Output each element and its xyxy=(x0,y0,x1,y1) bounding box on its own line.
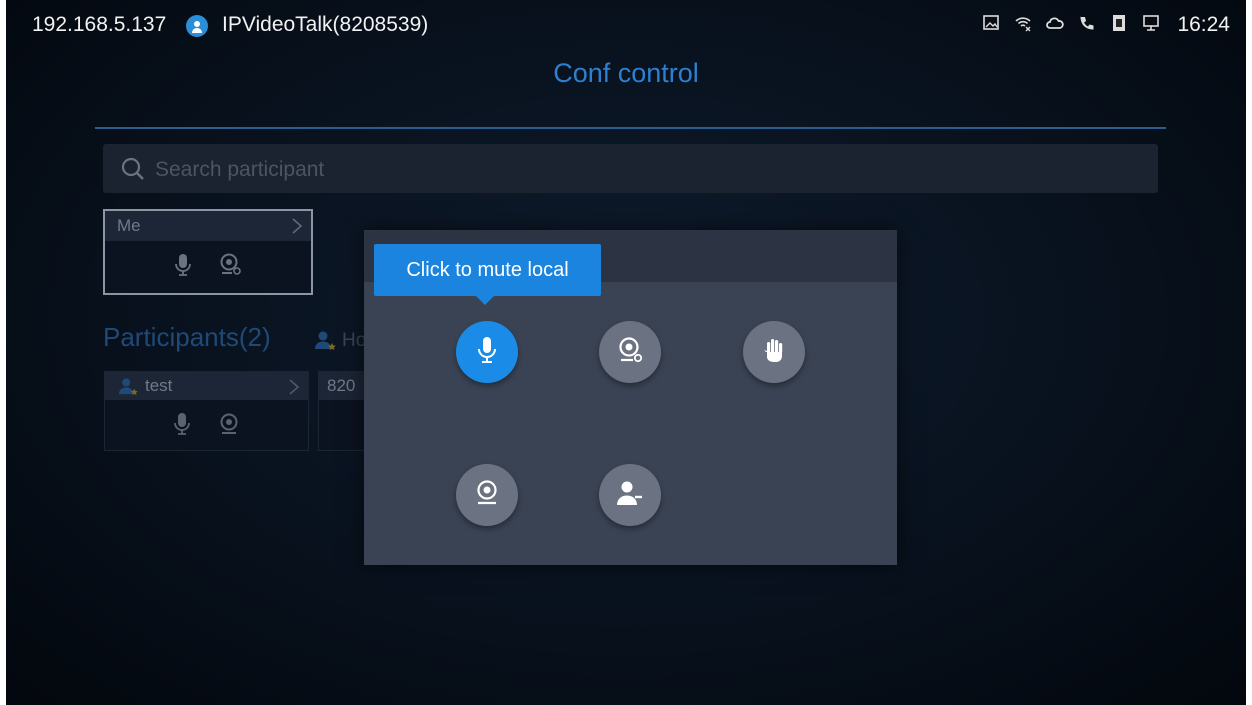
host-label: Ho xyxy=(342,330,367,351)
remove-participant-button[interactable] xyxy=(599,464,661,526)
screen: 192.168.5.137 IPVideoTalk(8208539) 16:24… xyxy=(6,0,1246,705)
screenshot-icon xyxy=(982,14,1000,32)
camera-icon xyxy=(473,479,501,512)
participant-name: test xyxy=(145,376,173,395)
tooltip-text: Click to mute local xyxy=(406,259,569,281)
status-icons xyxy=(982,14,1160,32)
account-name: IPVideoTalk(8208539) xyxy=(222,13,429,36)
search-icon xyxy=(121,157,145,186)
microphone-icon[interactable] xyxy=(174,253,192,282)
search-box[interactable] xyxy=(103,144,1158,195)
microphone-icon[interactable] xyxy=(173,412,191,441)
me-card-header: Me xyxy=(105,211,311,241)
camera-button[interactable] xyxy=(456,464,518,526)
chevron-right-icon xyxy=(291,217,303,240)
call-icon xyxy=(1078,14,1096,32)
participant-card-header: test xyxy=(105,372,308,400)
tooltip-arrow xyxy=(476,296,494,305)
account-icon xyxy=(186,15,208,37)
remove-user-icon xyxy=(616,480,644,511)
host-icon xyxy=(117,377,139,400)
me-card[interactable]: Me xyxy=(103,209,313,295)
camera-icon[interactable] xyxy=(217,412,241,441)
camera-location-button[interactable] xyxy=(599,321,661,383)
participants-label: Participants(2) xyxy=(103,322,271,352)
me-card-name: Me xyxy=(117,216,141,235)
title-divider xyxy=(95,127,1166,129)
participant-card[interactable]: test xyxy=(104,371,309,451)
raise-hand-button[interactable] xyxy=(743,321,805,383)
chevron-right-icon xyxy=(288,378,300,401)
clock: 16:24 xyxy=(1177,13,1230,36)
network-icon xyxy=(1142,14,1160,32)
cloud-icon xyxy=(1046,14,1064,32)
page-title: Conf control xyxy=(553,58,699,88)
microphone-icon xyxy=(477,336,497,369)
participant-name: 820 xyxy=(327,376,356,395)
camera-location-icon[interactable] xyxy=(218,253,242,282)
search-input[interactable] xyxy=(153,144,1057,195)
hand-icon xyxy=(761,337,787,368)
camera-location-icon xyxy=(616,336,644,369)
mute-local-button[interactable] xyxy=(456,321,518,383)
wifi-icon xyxy=(1014,14,1032,32)
ip-address: 192.168.5.137 xyxy=(32,13,167,36)
mute-local-tooltip: Click to mute local xyxy=(374,244,601,296)
sim-icon xyxy=(1110,14,1128,32)
host-icon xyxy=(313,330,337,355)
status-bar: 192.168.5.137 IPVideoTalk(8208539) 16:24 xyxy=(6,0,1246,54)
